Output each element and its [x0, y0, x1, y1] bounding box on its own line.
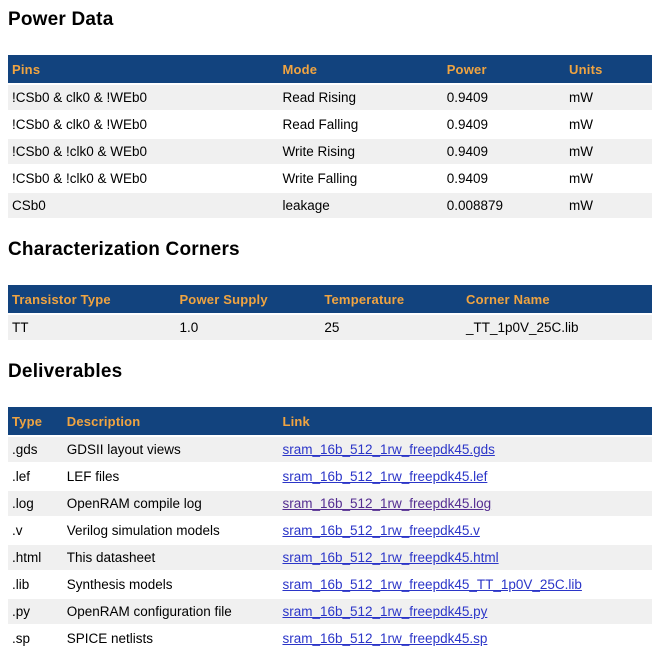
cell-type: .py	[8, 599, 63, 624]
power-data-header-row: Pins Mode Power Units	[8, 55, 652, 83]
table-row: .sp SPICE netlists sram_16b_512_1rw_free…	[8, 626, 652, 651]
column-header-corner-name: Corner Name	[462, 285, 652, 313]
cell-mode: Read Rising	[278, 85, 442, 110]
cell-power: 0.9409	[443, 139, 565, 164]
column-header-transistor-type: Transistor Type	[8, 285, 175, 313]
cell-transistor-type: TT	[8, 315, 175, 340]
datasheet-page: Power Data Pins Mode Power Units !CSb0 &…	[0, 0, 660, 663]
cell-type: .gds	[8, 437, 63, 462]
cell-description: GDSII layout views	[63, 437, 279, 462]
column-header-type: Type	[8, 407, 63, 435]
cell-description: Verilog simulation models	[63, 518, 279, 543]
deliverable-link-v[interactable]: sram_16b_512_1rw_freepdk45.v	[282, 523, 479, 538]
section-power-data: Power Data Pins Mode Power Units !CSb0 &…	[8, 9, 652, 220]
cell-pins: CSb0	[8, 193, 278, 218]
cell-pins: !CSb0 & !clk0 & WEb0	[8, 139, 278, 164]
cell-type: .html	[8, 545, 63, 570]
column-header-pins: Pins	[8, 55, 278, 83]
cell-link: sram_16b_512_1rw_freepdk45.py	[278, 599, 652, 624]
column-header-power-supply: Power Supply	[175, 285, 320, 313]
column-header-description: Description	[63, 407, 279, 435]
cell-power: 0.9409	[443, 112, 565, 137]
cell-units: mW	[565, 193, 652, 218]
cell-units: mW	[565, 85, 652, 110]
table-row: .log OpenRAM compile log sram_16b_512_1r…	[8, 491, 652, 516]
cell-mode: Write Rising	[278, 139, 442, 164]
power-data-table: Pins Mode Power Units !CSb0 & clk0 & !WE…	[8, 53, 652, 220]
table-row: !CSb0 & clk0 & !WEb0 Read Rising 0.9409 …	[8, 85, 652, 110]
table-row: !CSb0 & !clk0 & WEb0 Write Rising 0.9409…	[8, 139, 652, 164]
cell-power: 0.008879	[443, 193, 565, 218]
deliverables-header-row: Type Description Link	[8, 407, 652, 435]
cell-link: sram_16b_512_1rw_freepdk45_TT_1p0V_25C.l…	[278, 572, 652, 597]
cell-power: 0.9409	[443, 85, 565, 110]
column-header-units: Units	[565, 55, 652, 83]
table-row: !CSb0 & clk0 & !WEb0 Read Falling 0.9409…	[8, 112, 652, 137]
cell-description: Synthesis models	[63, 572, 279, 597]
deliverable-link-gds[interactable]: sram_16b_512_1rw_freepdk45.gds	[282, 442, 494, 457]
table-row: !CSb0 & !clk0 & WEb0 Write Falling 0.940…	[8, 166, 652, 191]
cell-temperature: 25	[320, 315, 462, 340]
table-row: .html This datasheet sram_16b_512_1rw_fr…	[8, 545, 652, 570]
cell-description: SPICE netlists	[63, 626, 279, 651]
cell-type: .lef	[8, 464, 63, 489]
cell-pins: !CSb0 & !clk0 & WEb0	[8, 166, 278, 191]
table-row: .v Verilog simulation models sram_16b_51…	[8, 518, 652, 543]
cell-units: mW	[565, 139, 652, 164]
cell-type: .log	[8, 491, 63, 516]
column-header-mode: Mode	[278, 55, 442, 83]
cell-units: mW	[565, 166, 652, 191]
cell-mode: Read Falling	[278, 112, 442, 137]
cell-pins: !CSb0 & clk0 & !WEb0	[8, 85, 278, 110]
cell-link: sram_16b_512_1rw_freepdk45.gds	[278, 437, 652, 462]
deliverables-table: Type Description Link .gds GDSII layout …	[8, 405, 652, 653]
cell-units: mW	[565, 112, 652, 137]
cell-corner-name: _TT_1p0V_25C.lib	[462, 315, 652, 340]
cell-description: This datasheet	[63, 545, 279, 570]
cell-description: OpenRAM configuration file	[63, 599, 279, 624]
cell-link: sram_16b_512_1rw_freepdk45.log	[278, 491, 652, 516]
section-characterization-corners: Characterization Corners Transistor Type…	[8, 239, 652, 342]
cell-description: LEF files	[63, 464, 279, 489]
deliverables-title: Deliverables	[8, 361, 652, 382]
table-row: CSb0 leakage 0.008879 mW	[8, 193, 652, 218]
cell-type: .sp	[8, 626, 63, 651]
cell-type: .v	[8, 518, 63, 543]
deliverable-link-sp[interactable]: sram_16b_512_1rw_freepdk45.sp	[282, 631, 487, 646]
characterization-corners-title: Characterization Corners	[8, 239, 652, 260]
table-row: TT 1.0 25 _TT_1p0V_25C.lib	[8, 315, 652, 340]
characterization-corners-table: Transistor Type Power Supply Temperature…	[8, 283, 652, 342]
deliverable-link-html[interactable]: sram_16b_512_1rw_freepdk45.html	[282, 550, 498, 565]
table-row: .gds GDSII layout views sram_16b_512_1rw…	[8, 437, 652, 462]
deliverable-link-py[interactable]: sram_16b_512_1rw_freepdk45.py	[282, 604, 487, 619]
cell-link: sram_16b_512_1rw_freepdk45.html	[278, 545, 652, 570]
table-row: .py OpenRAM configuration file sram_16b_…	[8, 599, 652, 624]
deliverable-link-lef[interactable]: sram_16b_512_1rw_freepdk45.lef	[282, 469, 487, 484]
table-row: .lib Synthesis models sram_16b_512_1rw_f…	[8, 572, 652, 597]
cell-pins: !CSb0 & clk0 & !WEb0	[8, 112, 278, 137]
cell-description: OpenRAM compile log	[63, 491, 279, 516]
section-deliverables: Deliverables Type Description Link .gds …	[8, 361, 652, 653]
cell-mode: leakage	[278, 193, 442, 218]
table-row: .lef LEF files sram_16b_512_1rw_freepdk4…	[8, 464, 652, 489]
deliverable-link-log[interactable]: sram_16b_512_1rw_freepdk45.log	[282, 496, 491, 511]
cell-link: sram_16b_512_1rw_freepdk45.lef	[278, 464, 652, 489]
cell-type: .lib	[8, 572, 63, 597]
column-header-link: Link	[278, 407, 652, 435]
corners-header-row: Transistor Type Power Supply Temperature…	[8, 285, 652, 313]
deliverable-link-lib[interactable]: sram_16b_512_1rw_freepdk45_TT_1p0V_25C.l…	[282, 577, 581, 592]
cell-link: sram_16b_512_1rw_freepdk45.v	[278, 518, 652, 543]
power-data-title: Power Data	[8, 9, 652, 30]
cell-link: sram_16b_512_1rw_freepdk45.sp	[278, 626, 652, 651]
cell-mode: Write Falling	[278, 166, 442, 191]
column-header-temperature: Temperature	[320, 285, 462, 313]
cell-power: 0.9409	[443, 166, 565, 191]
column-header-power: Power	[443, 55, 565, 83]
cell-power-supply: 1.0	[175, 315, 320, 340]
